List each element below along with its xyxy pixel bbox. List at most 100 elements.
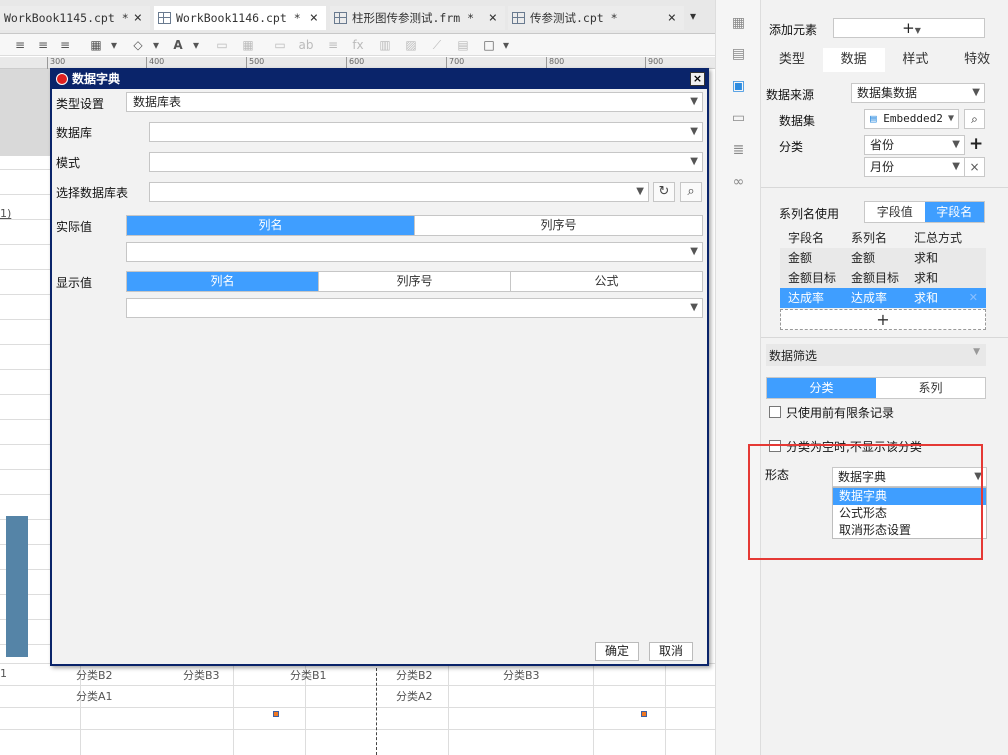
add-series-button[interactable]: + — [780, 309, 986, 330]
condition-icon[interactable]: ≣ — [730, 143, 747, 158]
dataset-select[interactable]: ▤ Embedded2 ▼ — [864, 109, 959, 129]
ok-button[interactable]: 确定 — [595, 642, 640, 661]
tab-close-icon[interactable]: × — [668, 6, 676, 30]
data-source-select[interactable]: 数据集数据 ▼ — [851, 83, 985, 103]
database-select[interactable]: ▼ — [149, 122, 703, 142]
grid-line — [0, 394, 52, 395]
chevron-down-icon: ▼ — [952, 139, 960, 150]
align-left-icon[interactable]: ≡ — [12, 37, 28, 53]
limit-records-checkbox[interactable] — [769, 406, 781, 418]
series-name-field-name[interactable]: 字段名 — [924, 202, 984, 222]
tab-workbook1146[interactable]: WorkBook1146.cpt * × — [154, 6, 326, 30]
data-filter-header[interactable]: 数据筛选 ▼ — [766, 344, 986, 366]
table-row[interactable]: 金额目标 金额目标 求和 — [780, 268, 986, 288]
sub-report-icon[interactable]: ▤ — [455, 37, 471, 53]
option-cancel-form[interactable]: 取消形态设置 — [833, 522, 986, 539]
fill-dropdown-icon[interactable]: ▾ — [148, 37, 164, 53]
tab-data[interactable]: 数据 — [822, 48, 885, 72]
insert-grid-icon[interactable]: ▦ — [240, 37, 256, 53]
hide-empty-category-checkbox[interactable] — [769, 440, 781, 452]
table-row[interactable]: 金额 金额 求和 — [780, 248, 986, 268]
table-cell: 金额目标 — [851, 271, 900, 285]
close-icon[interactable]: × — [690, 72, 705, 86]
filter-tab-category[interactable]: 分类 — [767, 378, 876, 398]
chevron-down-icon: ▼ — [690, 126, 698, 137]
filter-tab-series[interactable]: 系列 — [876, 378, 985, 398]
actual-tab-column-index[interactable]: 列序号 — [415, 216, 702, 235]
add-category-icon[interactable]: + — [969, 134, 983, 154]
remove-category-icon[interactable]: × — [964, 157, 985, 177]
divider — [761, 337, 1008, 338]
refresh-icon[interactable]: ↻ — [653, 182, 675, 202]
form-select[interactable]: 数据字典 ▼ — [832, 467, 987, 487]
series-name-field-value[interactable]: 字段值 — [865, 202, 925, 222]
slash-icon[interactable]: ⟋ — [429, 37, 445, 53]
table-row-selected[interactable]: 达成率 达成率 求和 ✕ — [780, 288, 986, 308]
font-color-icon[interactable]: A — [170, 37, 186, 53]
display-tab-formula[interactable]: 公式 — [511, 272, 702, 291]
dialog-title: 数据字典 — [72, 72, 121, 86]
form-dropdown-list: 数据字典 公式形态 取消形态设置 — [832, 487, 987, 539]
chevron-down-icon: ▼ — [914, 26, 921, 35]
border-dropdown-icon[interactable]: ▾ — [106, 37, 122, 53]
tab-close-icon[interactable]: × — [310, 6, 318, 30]
category-select-1[interactable]: 省份 ▼ — [864, 135, 965, 155]
widget-icon[interactable]: ▭ — [730, 111, 747, 126]
preview-icon[interactable]: ⌕ — [680, 182, 702, 202]
fill-color-icon[interactable]: ◇ — [130, 37, 146, 53]
type-setting-select[interactable]: 数据库表 ▼ — [126, 92, 703, 112]
border-icon[interactable]: ▦ — [88, 37, 104, 53]
tab-workbook1145[interactable]: WorkBook1145.cpt * × — [0, 6, 150, 30]
display-tab-column-name[interactable]: 列名 — [127, 272, 319, 291]
axis-category-label: 分类B2 — [76, 669, 113, 682]
cell-attribute-icon[interactable]: ▤ — [730, 47, 747, 62]
align-center-icon[interactable]: ≡ — [35, 37, 51, 53]
schema-select[interactable]: ▼ — [149, 152, 703, 172]
grid-line — [0, 344, 52, 345]
tab-list-menu-icon[interactable]: ▾ — [690, 9, 706, 25]
cancel-button[interactable]: 取消 — [649, 642, 694, 661]
merge-icon[interactable]: ▭ — [272, 37, 288, 53]
tab-chart-param-test[interactable]: 柱形图传参测试.frm * × — [330, 6, 505, 30]
grid-line — [0, 319, 52, 320]
category-select-2[interactable]: 月份 ▼ — [864, 157, 965, 177]
dialog-title-bar[interactable]: 数据字典 × — [52, 70, 707, 89]
table-select[interactable]: ▼ — [149, 182, 649, 202]
option-formula-form[interactable]: 公式形态 — [833, 505, 986, 522]
cell-handle-marker[interactable] — [641, 711, 647, 717]
frame-dropdown-icon[interactable]: ▾ — [498, 37, 514, 53]
text-icon[interactable]: ab — [298, 37, 314, 53]
display-value-select[interactable]: ▼ — [126, 298, 703, 318]
option-data-dictionary[interactable]: 数据字典 — [833, 488, 986, 505]
tab-param-test[interactable]: 传参测试.cpt * × — [508, 6, 684, 30]
image-icon[interactable]: ▨ — [403, 37, 419, 53]
tab-style[interactable]: 样式 — [885, 48, 947, 72]
chart-icon[interactable]: ▥ — [377, 37, 393, 53]
type-setting-value: 数据库表 — [133, 95, 182, 109]
search-icon[interactable]: ⌕ — [964, 109, 985, 129]
actual-tab-column-name[interactable]: 列名 — [127, 216, 415, 235]
hyperlink-icon[interactable]: ∞ — [730, 175, 747, 190]
cell-handle-marker[interactable] — [273, 711, 279, 717]
chart-bar — [6, 516, 28, 657]
tab-close-icon[interactable]: × — [134, 6, 142, 30]
actual-value-select[interactable]: ▼ — [126, 242, 703, 262]
delete-row-icon[interactable]: ✕ — [969, 288, 978, 308]
actual-value-tabs: 列名 列序号 — [126, 215, 703, 236]
category-label: 分类 — [779, 140, 804, 154]
formula-icon[interactable]: fx — [350, 37, 366, 53]
chart-property-icon[interactable]: ▣ — [730, 79, 747, 94]
tab-effect[interactable]: 特效 — [946, 48, 1008, 72]
page-break-line — [376, 663, 377, 755]
align-right-icon[interactable]: ≡ — [57, 37, 73, 53]
paragraph-icon[interactable]: ≡ — [325, 37, 341, 53]
tab-type[interactable]: 类型 — [761, 48, 823, 72]
add-element-button[interactable]: +▼ — [833, 18, 985, 38]
table-cell: 求和 — [914, 291, 939, 305]
tab-close-icon[interactable]: × — [489, 6, 497, 30]
font-color-dropdown-icon[interactable]: ▾ — [188, 37, 204, 53]
cell-element-icon[interactable]: ▦ — [730, 16, 747, 31]
frame-icon[interactable]: □ — [481, 37, 497, 53]
display-tab-column-index[interactable]: 列序号 — [319, 272, 511, 291]
insert-row-icon[interactable]: ▭ — [214, 37, 230, 53]
